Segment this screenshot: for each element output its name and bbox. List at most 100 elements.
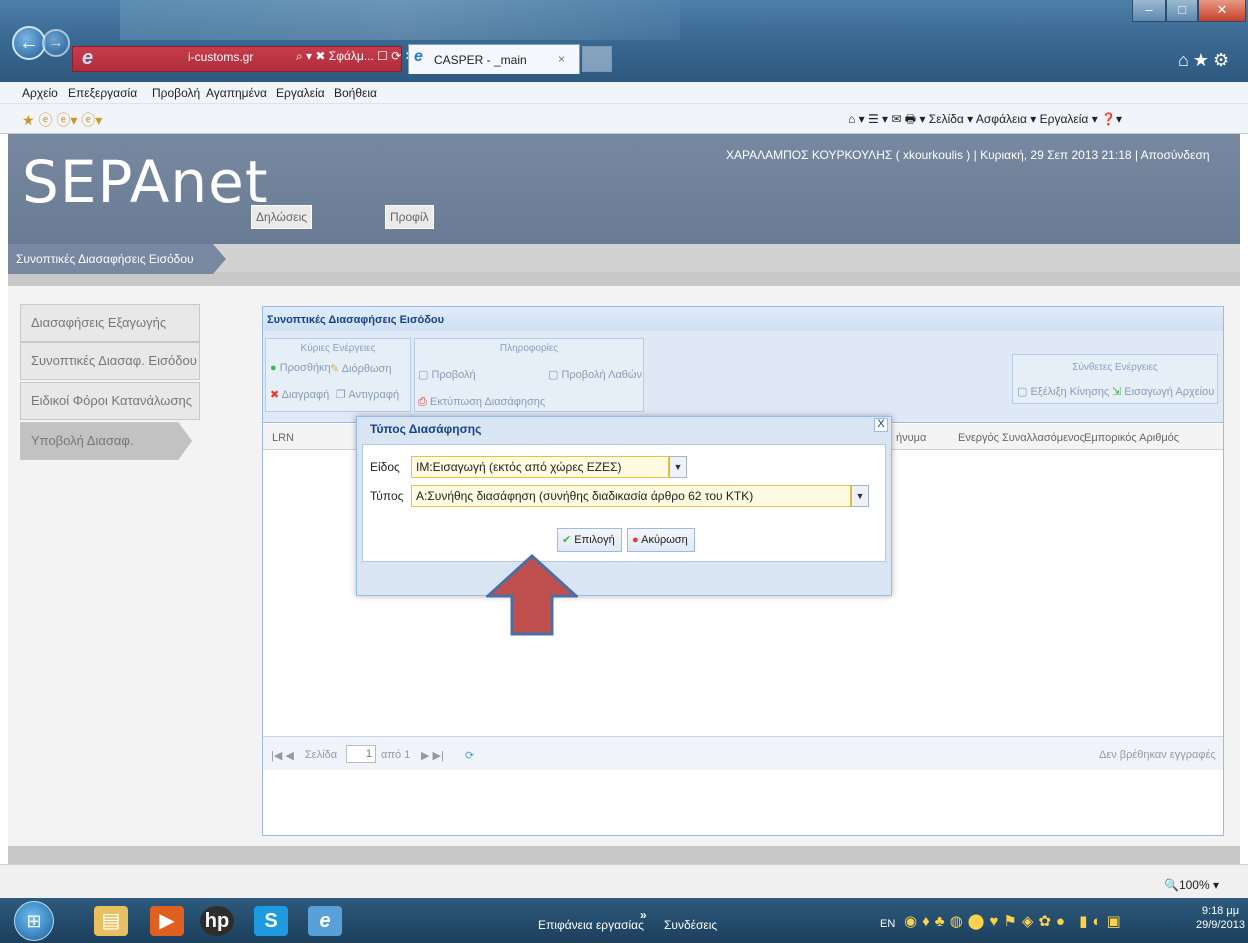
internet-explorer-icon[interactable]: e <box>308 906 342 936</box>
group-info-title: Πληροφορίες <box>499 343 559 354</box>
annotation-arrow-icon <box>486 554 578 636</box>
maximize-button[interactable]: □ <box>1166 0 1198 22</box>
typos-select[interactable]: A:Συνήθης διασάφηση (συνήθης διαδικασία … <box>411 485 851 507</box>
copy-button[interactable]: ❐ Αντιγραφή <box>336 388 399 401</box>
empty-records-text: Δεν βρέθηκαν εγγραφές <box>1099 749 1216 761</box>
pdf-icon: ⎙ <box>418 396 427 408</box>
document-icon: ▢ <box>1017 386 1028 398</box>
clock-time: 9:18 μμ <box>1201 905 1240 917</box>
cancel-button[interactable]: ● Ακύρωση <box>627 528 695 552</box>
tab-title[interactable]: CASPER - _main <box>434 53 527 67</box>
start-button[interactable]: ⊞ <box>14 901 54 941</box>
tab-close-icon[interactable]: × <box>558 52 565 66</box>
sidebar-item-entry-summary[interactable]: Συνοπτικές Διασαφ. Εισόδου <box>20 342 200 380</box>
import-file-button[interactable]: ⇲ Εισαγωγή Αρχείου <box>1112 385 1214 398</box>
dialog-close-button[interactable]: X <box>874 418 888 432</box>
menu-help[interactable]: Βοήθεια <box>334 86 377 100</box>
close-window-button[interactable]: ✕ <box>1198 0 1246 22</box>
delete-label: Διαγραφή <box>281 389 330 401</box>
dialog-title: Τύπος Διασάφησης <box>370 422 482 436</box>
back-button[interactable]: ← <box>12 26 46 60</box>
pager: |◀ ◀ Σελίδα από 1 ▶ ▶| ⟳ Δεν βρέθηκαν εγ… <box>263 736 1223 770</box>
sepanet-logo: SEPAnet <box>22 148 269 216</box>
print-button[interactable]: ⎙ Εκτύπωση Διασάφησης <box>418 396 545 409</box>
menu-edit[interactable]: Επεξεργασία <box>68 86 137 100</box>
ok-button[interactable]: ✔ Επιλογή <box>557 528 622 552</box>
menu-favorites[interactable]: Αγαπημένα <box>206 86 267 100</box>
sidebar-item-import-submit[interactable]: Υποβολή Διασαφ. Εισαγωγής <box>20 422 192 460</box>
user-info[interactable]: ΧΑΡΑΛΑΜΠΟΣ ΚΟΥΡΚΟΥΛΗΣ ( xkourkoulis ) | … <box>726 148 1210 162</box>
refresh-icon[interactable]: ⟳ <box>465 749 474 762</box>
taskbar-chevron[interactable]: » <box>640 908 647 922</box>
language-indicator[interactable]: EN <box>880 918 895 930</box>
tab-profile[interactable]: Προφίλ <box>385 205 434 229</box>
address-url[interactable]: i-customs.gr <box>188 50 253 64</box>
media-player-icon[interactable]: ▶ <box>150 906 184 936</box>
skype-icon[interactable]: S <box>254 906 288 936</box>
movement-label: Εξέλιξη Κίνησης <box>1030 386 1110 398</box>
ok-label: Επιλογή <box>574 534 615 546</box>
explorer-icon[interactable]: ▤ <box>94 906 128 936</box>
home-fav-settings-icons[interactable]: ⌂★⚙ <box>1178 50 1233 71</box>
eidos-select[interactable]: IM:Εισαγωγή (εκτός από χώρες ΕΖΕΣ) <box>411 456 669 478</box>
zoom-control[interactable]: 🔍100% ▾ <box>1164 878 1219 892</box>
delete-icon: ✖ <box>270 389 280 401</box>
pencil-icon: ✎ <box>330 363 340 375</box>
first-page-icon[interactable]: |◀ ◀ <box>271 749 294 762</box>
edit-button[interactable]: ✎ Διόρθωση <box>330 362 391 375</box>
print-label: Εκτύπωση Διασάφησης <box>429 396 546 408</box>
next-page-icon[interactable]: ▶ ▶| <box>421 749 444 762</box>
view-errors-button[interactable]: ▢ Προβολή Λαθών <box>548 368 642 381</box>
hp-icon[interactable]: hp <box>200 906 234 936</box>
sidebar-item-export[interactable]: Διασαφήσεις Εξαγωγής <box>20 304 200 342</box>
cancel-icon: ● <box>632 534 639 546</box>
typos-label: Τύπος <box>370 489 404 503</box>
menu-view[interactable]: Προβολή <box>152 86 200 100</box>
panel-title: Συνοπτικές Διασαφήσεις Εισόδου <box>263 307 1223 331</box>
group-complex-title: Σύνθετες Ενέργειες <box>1072 362 1158 373</box>
menu-tools[interactable]: Εργαλεία <box>276 86 325 100</box>
system-tray-icons[interactable]: ◉♦♣◍⬤♥⚑◈✿● ▮◐▣ <box>904 912 1126 930</box>
add-label: Προσθήκη <box>279 362 331 374</box>
forward-button[interactable]: → <box>42 29 70 57</box>
delete-button[interactable]: ✖ Διαγραφή <box>270 388 329 401</box>
column-active-trader[interactable]: Ενεργός Συναλλασόμενος <box>958 432 1085 444</box>
column-lrn[interactable]: LRN <box>272 432 294 444</box>
dialog-footer <box>362 562 886 590</box>
page-of-label: από 1 <box>381 749 411 761</box>
tab-declarations[interactable]: Δηλώσεις <box>251 205 313 229</box>
column-commercial-number[interactable]: Εμπορικός Αριθμός <box>1084 432 1179 444</box>
chevron-down-icon[interactable]: ▼ <box>669 456 687 478</box>
menu-bar: Αρχείο Επεξεργασία Προβολή Αγαπημένα Εργ… <box>0 82 1248 104</box>
group-main-title: Κύριες Ενέργειες <box>300 343 376 354</box>
copy-icon: ❐ <box>336 389 346 401</box>
column-message[interactable]: ήνυμα <box>896 432 926 444</box>
document-icon: ▢ <box>548 369 559 381</box>
ie-icon: e <box>82 47 94 69</box>
add-button[interactable]: ● Προσθήκη <box>270 362 331 374</box>
clock-date: 29/9/2013 <box>1196 919 1245 931</box>
taskbar-clock[interactable]: 9:18 μμ 29/9/2013 <box>1196 904 1245 932</box>
minimize-button[interactable]: – <box>1132 0 1166 22</box>
command-bar[interactable]: ⌂ ▾ ☰ ▾ ✉ 🖶 ▾ Σελίδα ▾ Ασφάλεια ▾ Εργαλε… <box>848 110 1122 131</box>
page-label: Σελίδα <box>305 749 338 761</box>
ie-tab-icon: e <box>414 48 423 65</box>
chevron-down-icon[interactable]: ▼ <box>851 485 869 507</box>
cancel-label: Ακύρωση <box>641 534 688 546</box>
sidebar-item-excise[interactable]: Ειδικοί Φόροι Κατανάλωσης <box>20 382 200 420</box>
edit-label: Διόρθωση <box>341 363 392 375</box>
new-tab-button[interactable] <box>582 46 612 72</box>
add-icon: ● <box>270 362 277 374</box>
movement-button[interactable]: ▢ Εξέλιξη Κίνησης <box>1017 385 1109 398</box>
taskbar-desktop[interactable]: Επιφάνεια εργασίας <box>538 918 644 932</box>
breadcrumb[interactable]: Συνοπτικές Διασαφήσεις Εισόδου <box>8 244 226 274</box>
taskbar-connections[interactable]: Συνδέσεις <box>664 918 717 932</box>
document-icon: ▢ <box>418 369 429 381</box>
favorites-icons[interactable]: ★ ⓔ ⓔ▾ ⓔ▾ <box>22 110 102 130</box>
menu-file[interactable]: Αρχείο <box>22 86 58 100</box>
address-tools[interactable]: ⌕ ▾ ✖ Σφάλμ... ☐ ⟳ ✕ <box>296 49 415 64</box>
view-button[interactable]: ▢ Προβολή <box>418 368 476 381</box>
view-errors-label: Προβολή Λαθών <box>561 369 643 381</box>
page-number-input[interactable]: 1 <box>346 745 376 763</box>
eidos-label: Είδος <box>370 460 400 474</box>
